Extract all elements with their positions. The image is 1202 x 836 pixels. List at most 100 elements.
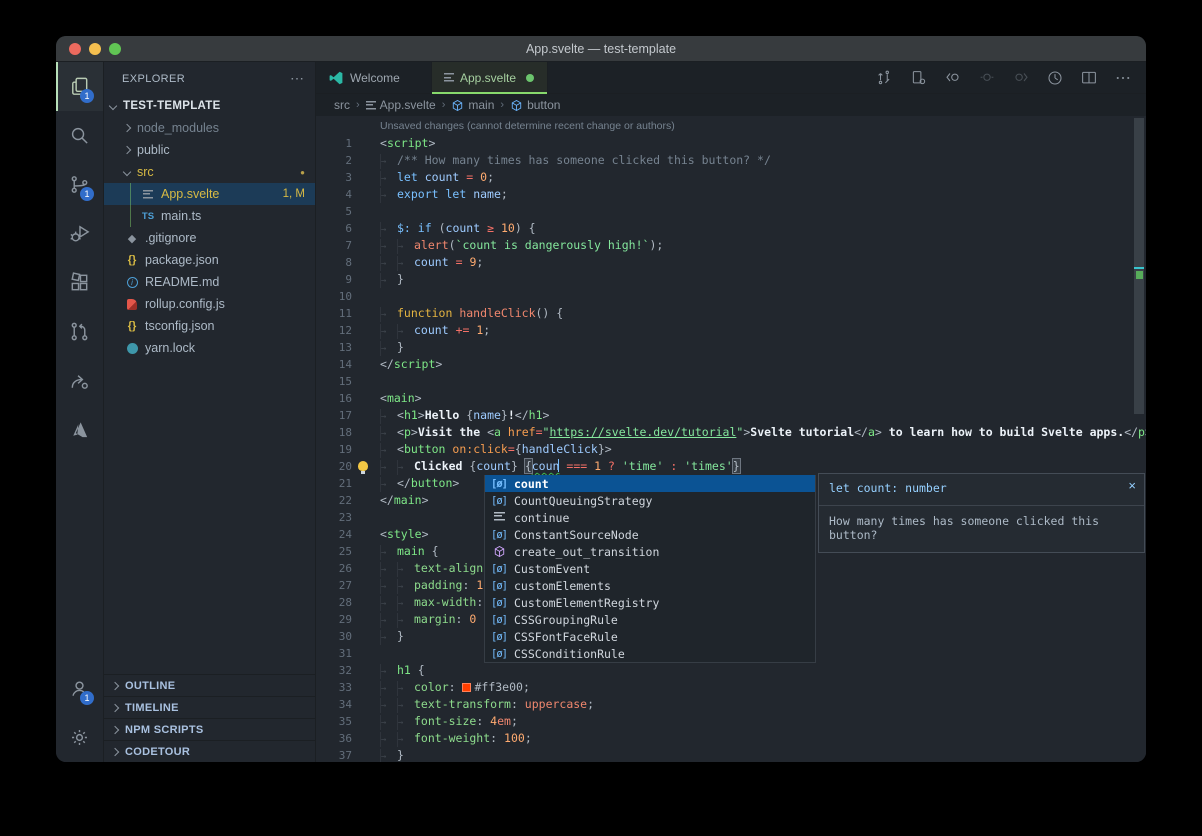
panel-timeline[interactable]: TIMELINE [104, 696, 315, 718]
suggest-item-cssgroupingrule[interactable]: [ø]CSSGroupingRule [485, 611, 815, 628]
chevron-down-icon [109, 102, 117, 110]
suggest-item-customelements[interactable]: [ø]customElements [485, 577, 815, 594]
tree-item-tsconfig-json[interactable]: {}tsconfig.json [104, 315, 315, 337]
tree-item-label: public [137, 143, 315, 157]
open-changes-editor-icon[interactable] [909, 68, 928, 87]
code-line-35[interactable]: 35→→font-size: 4em; [316, 713, 1146, 730]
activity-source-control-icon[interactable]: 1 [56, 160, 103, 209]
split-editor-icon[interactable] [1079, 68, 1098, 87]
code-line-15[interactable]: 15 [316, 373, 1146, 390]
tree-item--gitignore[interactable]: ◆.gitignore [104, 227, 315, 249]
code-line-7[interactable]: 7→→alert(`count is dangerously high!`); [316, 237, 1146, 254]
code-line-2[interactable]: 2→/** How many times has someone clicked… [316, 152, 1146, 169]
tree-item-src[interactable]: src● [104, 161, 315, 183]
tree-item-app-svelte[interactable]: App.svelte1, M [104, 183, 315, 205]
code-line-13[interactable]: 13→} [316, 339, 1146, 356]
code-line-17[interactable]: 17→<h1>Hello {name}!</h1> [316, 407, 1146, 424]
tree-item-yarn-lock[interactable]: yarn.lock [104, 337, 315, 359]
code-line-6[interactable]: 6→$: if (count ≥ 10) { [316, 220, 1146, 237]
code-line-8[interactable]: 8→→count = 9; [316, 254, 1146, 271]
code-line-37[interactable]: 37→} [316, 747, 1146, 762]
previous-change-icon[interactable] [943, 68, 962, 87]
code-line-5[interactable]: 5 [316, 203, 1146, 220]
close-window-button[interactable] [69, 43, 81, 55]
close-icon[interactable]: × [1128, 478, 1136, 493]
activity-settings-icon[interactable] [56, 713, 103, 762]
panel-codetour[interactable]: CODETOUR [104, 740, 315, 762]
badge: 1 [80, 187, 94, 201]
scrollbar-thumb[interactable] [1134, 118, 1144, 414]
suggest-item-count[interactable]: [ø]count [485, 475, 815, 492]
code-line-14[interactable]: 14</script> [316, 356, 1146, 373]
tree-item-package-json[interactable]: {}package.json [104, 249, 315, 271]
code-line-19[interactable]: 19→<button on:click={handleClick}> [316, 441, 1146, 458]
editor-scrollbar[interactable] [1132, 116, 1146, 762]
activity-search-icon[interactable] [56, 111, 103, 160]
activity-explorer-icon[interactable]: 1 [56, 62, 103, 111]
gitlens-annotation[interactable]: Unsaved changes (cannot determine recent… [316, 118, 1146, 135]
activity-accounts-icon[interactable]: 1 [56, 664, 103, 713]
suggest-item-countqueuingstrategy[interactable]: [ø]CountQueuingStrategy [485, 492, 815, 509]
run-file-icon[interactable] [1045, 68, 1064, 87]
more-actions-icon[interactable] [1113, 68, 1132, 87]
modified-dot-icon: ● [300, 168, 305, 177]
panel-npm-scripts[interactable]: NPM SCRIPTS [104, 718, 315, 740]
breadcrumb-item-app-svelte[interactable]: App.svelte [366, 98, 436, 112]
suggest-item-customevent[interactable]: [ø]CustomEvent [485, 560, 815, 577]
line-number: 27 [316, 577, 352, 594]
chevron-right-icon [111, 681, 119, 689]
code-line-12[interactable]: 12→→count += 1; [316, 322, 1146, 339]
suggest-item-customelementregistry[interactable]: [ø]CustomElementRegistry [485, 594, 815, 611]
activity-run-and-debug-icon[interactable] [56, 209, 103, 258]
symbol-cube-icon [510, 99, 523, 112]
lightbulb-icon[interactable] [358, 461, 368, 471]
source-control-changes-icon[interactable] [875, 68, 894, 87]
zoom-window-button[interactable] [109, 43, 121, 55]
breadcrumb-item-src[interactable]: src [334, 98, 350, 112]
tree-item-readme-md[interactable]: iREADME.md [104, 271, 315, 293]
code-line-3[interactable]: 3→let count = 0; [316, 169, 1146, 186]
activity-azure-icon[interactable] [56, 405, 103, 454]
code-editor[interactable]: Unsaved changes (cannot determine recent… [316, 116, 1146, 762]
minimize-window-button[interactable] [89, 43, 101, 55]
code-line-10[interactable]: 10 [316, 288, 1146, 305]
tree-item-public[interactable]: public [104, 139, 315, 161]
code-line-33[interactable]: 33→→color: #ff3e00; [316, 679, 1146, 696]
tree-item-node-modules[interactable]: node_modules [104, 117, 315, 139]
suggest-item-create_out_transition[interactable]: create_out_transition [485, 543, 815, 560]
unsaved-dot-icon[interactable] [526, 74, 534, 82]
tab-app-svelte[interactable]: App.svelte [432, 62, 548, 93]
tab-welcome[interactable]: Welcome [316, 62, 432, 93]
gutter [352, 356, 380, 373]
tree-item-rollup-config-js[interactable]: rollup.config.js [104, 293, 315, 315]
code-line-34[interactable]: 34→→text-transform: uppercase; [316, 696, 1146, 713]
explorer-more-actions-icon[interactable]: ⋯ [290, 70, 305, 87]
line-number: 17 [316, 407, 352, 424]
tree-item-test-template[interactable]: TEST-TEMPLATE [104, 95, 315, 117]
code-line-18[interactable]: 18→<p>Visit the <a href="https://svelte.… [316, 424, 1146, 441]
code-line-11[interactable]: 11→function handleClick() { [316, 305, 1146, 322]
code-text: →} [380, 271, 1146, 288]
suggest-item-constantsourcenode[interactable]: [ø]ConstantSourceNode [485, 526, 815, 543]
activity-github-pull-requests-icon[interactable] [56, 307, 103, 356]
panel-outline[interactable]: OUTLINE [104, 674, 315, 696]
code-line-1[interactable]: 1<script> [316, 135, 1146, 152]
tree-item-main-ts[interactable]: TSmain.ts [104, 205, 315, 227]
code-line-9[interactable]: 9→} [316, 271, 1146, 288]
activity-extensions-icon[interactable] [56, 258, 103, 307]
suggest-item-continue[interactable]: continue [485, 509, 815, 526]
color-swatch-icon[interactable] [462, 683, 471, 692]
code-line-36[interactable]: 36→→font-weight: 100; [316, 730, 1146, 747]
tree-item-label: TEST-TEMPLATE [123, 100, 315, 112]
suggest-item-cssfontfacerule[interactable]: [ø]CSSFontFaceRule [485, 628, 815, 645]
activity-live-share-icon[interactable] [56, 356, 103, 405]
code-line-16[interactable]: 16<main> [316, 390, 1146, 407]
go-to-change-icon[interactable] [977, 68, 996, 87]
code-line-4[interactable]: 4→export let name; [316, 186, 1146, 203]
breadcrumb-item-button[interactable]: button [510, 98, 560, 112]
symbol-variable-icon: [ø] [489, 648, 509, 660]
next-change-icon[interactable] [1011, 68, 1030, 87]
breadcrumb-item-main[interactable]: main [451, 98, 494, 112]
code-line-32[interactable]: 32→h1 { [316, 662, 1146, 679]
suggest-item-cssconditionrule[interactable]: [ø]CSSConditionRule [485, 645, 815, 662]
